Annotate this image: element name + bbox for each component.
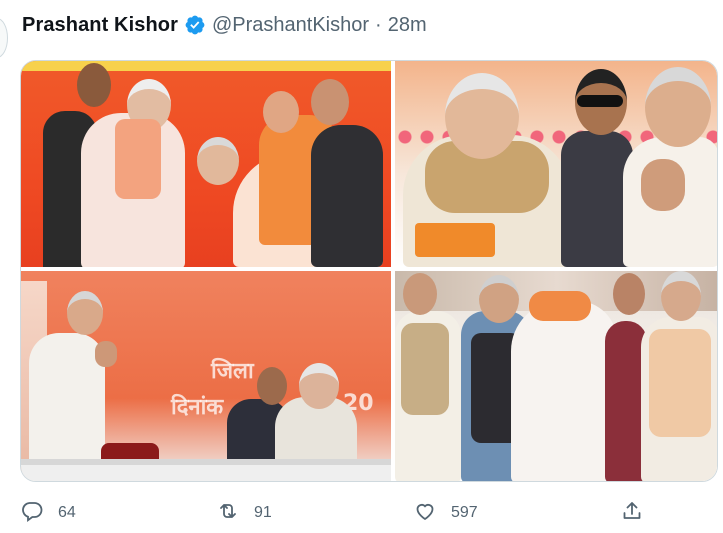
reply-button[interactable]: 64 [20,498,76,528]
retweet-icon [216,499,240,528]
person-head [445,73,519,159]
banner-text-line1: जिला [211,359,254,384]
media-grid: जिला दिनांक 20 [20,60,718,482]
person-head [645,67,711,147]
author-name[interactable]: Prashant Kishor [22,14,178,37]
photo-4[interactable] [395,271,717,481]
stage-banner-top [21,61,391,71]
person-head [257,367,287,405]
heart-icon [413,499,437,528]
like-count: 597 [451,504,478,521]
photo-3[interactable]: जिला दिनांक 20 [21,271,391,481]
share-button[interactable] [620,498,644,528]
person-figure [311,125,383,267]
tweet-header: Prashant Kishor @PrashantKishor · 28m [22,10,427,40]
author-handle[interactable]: @PrashantKishor [212,14,369,37]
saffron-scarf [529,291,591,321]
vest [649,329,711,437]
person-head [479,275,519,323]
person-figure [511,301,617,481]
reply-icon [20,499,44,528]
photo-2[interactable] [395,61,717,267]
person-head [661,271,701,321]
table-decor [415,223,495,257]
person-head [67,291,103,335]
avatar-edge[interactable] [0,18,8,58]
saffron-scarf [115,119,161,199]
person-head [613,273,645,315]
reply-count: 64 [58,504,76,521]
share-icon [620,499,644,528]
person-head [299,363,339,409]
sunglasses [577,95,623,107]
person-head [197,137,239,185]
retweet-button[interactable]: 91 [216,498,272,528]
vest [401,323,449,415]
stage-table [21,465,391,481]
verified-badge-icon [184,14,206,36]
retweet-count: 91 [254,504,272,521]
person-head [403,273,437,315]
person-head [77,63,111,107]
banner-text-line2: दिनांक [171,395,224,420]
timestamp[interactable]: 28m [388,14,427,37]
person-head [311,79,349,125]
folded-hands [95,341,117,367]
tweet-actions: 64 91 597 [20,498,700,528]
separator-dot: · [375,13,382,36]
like-button[interactable]: 597 [413,498,478,528]
folded-hands [641,159,685,211]
person-head [263,91,299,133]
photo-1[interactable] [21,61,391,267]
